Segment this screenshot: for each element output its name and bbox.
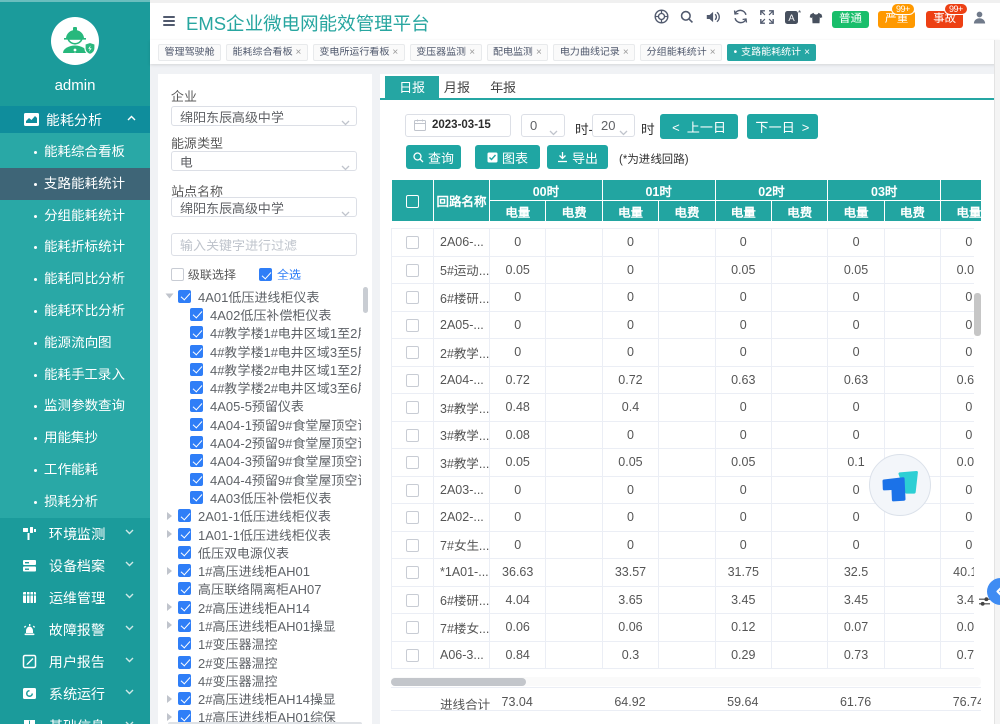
svg-text:*: * — [798, 10, 801, 18]
svg-text:A: A — [788, 13, 795, 24]
